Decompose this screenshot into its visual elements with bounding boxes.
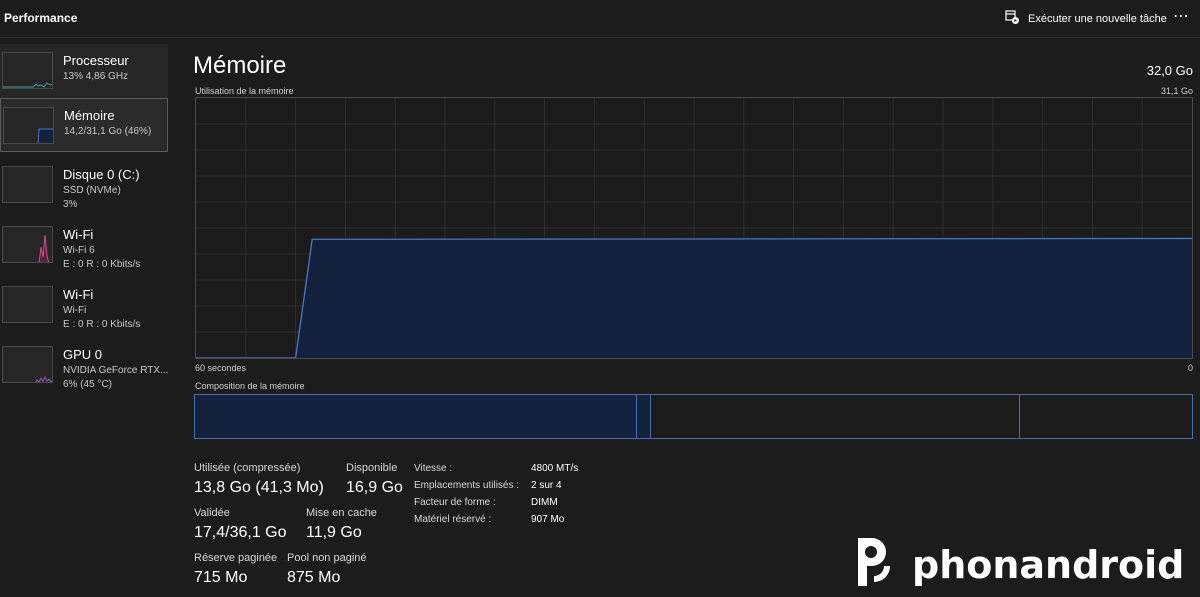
sidebar-item-wifi[interactable]: Wi-Fi Wi-Fi 6 E : 0 R : 0 Kbits/s (0, 218, 168, 272)
gpu-thumbnail (2, 346, 53, 383)
sidebar-item-detail: E : 0 R : 0 Kbits/s (63, 319, 141, 330)
sidebar-item-label: GPU 0 (63, 347, 103, 362)
run-new-task-button[interactable]: Exécuter une nouvelle tâche (1004, 9, 1167, 28)
sidebar-item-detail: NVIDIA GeForce RTX... (63, 365, 169, 376)
speed-value: 4800 MT/s (531, 463, 579, 474)
graph-label: Utilisation de la mémoire (195, 86, 294, 96)
cached-value: 11,9 Go (306, 524, 362, 541)
committed-label: Validée (194, 507, 230, 519)
graph-time-span-label: 60 secondes (195, 363, 247, 373)
composition-in-use[interactable] (195, 395, 637, 438)
sidebar-item-wifi-2[interactable]: Wi-Fi Wi-Fi E : 0 R : 0 Kbits/s (0, 278, 168, 332)
used-label: Utilisée (compressée) (194, 462, 301, 474)
phonandroid-logo-icon (858, 538, 890, 586)
form-factor-label: Facteur de forme : (414, 497, 496, 508)
sidebar-item-label: Mémoire (64, 108, 115, 123)
memory-thumbnail (3, 107, 54, 144)
memory-composition-bar[interactable] (194, 394, 1193, 439)
processor-thumbnail (2, 52, 53, 89)
sidebar-item-label: Wi-Fi (63, 287, 94, 302)
page-title: Performance (4, 11, 78, 25)
composition-free[interactable] (1020, 395, 1192, 438)
run-new-task-label: Exécuter une nouvelle tâche (1028, 12, 1167, 25)
disk-thumbnail (2, 166, 53, 203)
graph-time-zero-label: 0 (1187, 363, 1193, 373)
sidebar-item-label: Disque 0 (C:) (63, 167, 140, 182)
phonandroid-watermark: phonandroid (850, 532, 1195, 592)
sidebar-item-label: Processeur (63, 53, 129, 68)
memory-usage-chart (196, 98, 1193, 359)
sidebar-item-detail: Wi-Fi 6 (63, 245, 95, 256)
sidebar-item-label: Wi-Fi (63, 227, 94, 242)
composition-standby[interactable] (651, 395, 1020, 438)
composition-label: Composition de la mémoire (195, 381, 305, 391)
sidebar-item-detail: Wi-Fi (63, 305, 87, 316)
sidebar-item-detail: E : 0 R : 0 Kbits/s (63, 259, 141, 270)
form-factor-value: DIMM (531, 497, 558, 508)
sidebar-item-detail: 14,2/31,1 Go (46%) (64, 126, 152, 137)
slots-used-value: 2 sur 4 (531, 480, 562, 491)
sidebar-item-detail: 6% (45 °C) (63, 379, 113, 390)
watermark-text: phonandroid (912, 543, 1184, 587)
graph-max-label: 31,1 Go (1160, 86, 1193, 96)
sidebar-item-gpu[interactable]: GPU 0 NVIDIA GeForce RTX... 6% (45 °C) (0, 338, 168, 392)
speed-label: Vitesse : (414, 463, 453, 474)
title-bar: Performance Exécuter une nouvelle tâche … (0, 0, 1200, 38)
sidebar-item-detail: 13% 4,86 GHz (63, 71, 129, 82)
nonpaged-pool-value: 875 Mo (287, 569, 341, 586)
available-label: Disponible (346, 462, 398, 474)
nonpaged-pool-label: Pool non paginé (287, 552, 367, 564)
sidebar-item-processor[interactable]: Processeur 13% 4,86 GHz (0, 44, 168, 98)
hardware-reserved-label: Matériel réservé : (414, 514, 492, 525)
memory-usage-graph (195, 97, 1193, 359)
sidebar-item-detail: SSD (NVMe) (63, 185, 121, 196)
wifi-thumbnail (2, 286, 53, 323)
sidebar-item-memory[interactable]: Mémoire 14,2/31,1 Go (46%) (0, 98, 168, 152)
composition-modified[interactable] (637, 395, 651, 438)
memory-usage-area (196, 238, 1192, 358)
more-options-button[interactable]: ⋯ (1173, 6, 1190, 26)
committed-value: 17,4/36,1 Go (194, 524, 287, 541)
wifi-thumbnail (2, 226, 53, 263)
cached-label: Mise en cache (306, 507, 377, 519)
run-task-icon (1004, 9, 1020, 28)
slots-used-label: Emplacements utilisés : (414, 480, 520, 491)
hardware-reserved-value: 907 Mo (531, 514, 565, 525)
sidebar-item-disk[interactable]: Disque 0 (C:) SSD (NVMe) 3% (0, 158, 168, 212)
used-value: 13,8 Go (41,3 Mo) (194, 479, 324, 496)
sidebar: Processeur 13% 4,86 GHz Mémoire 14,2/31,… (0, 44, 170, 596)
paged-pool-value: 715 Mo (194, 569, 248, 586)
paged-pool-label: Réserve paginée (194, 552, 278, 564)
sidebar-item-detail: 3% (63, 199, 78, 210)
memory-total: 32,0 Go (1146, 63, 1193, 78)
memory-title: Mémoire (193, 52, 287, 79)
available-value: 16,9 Go (346, 479, 403, 496)
